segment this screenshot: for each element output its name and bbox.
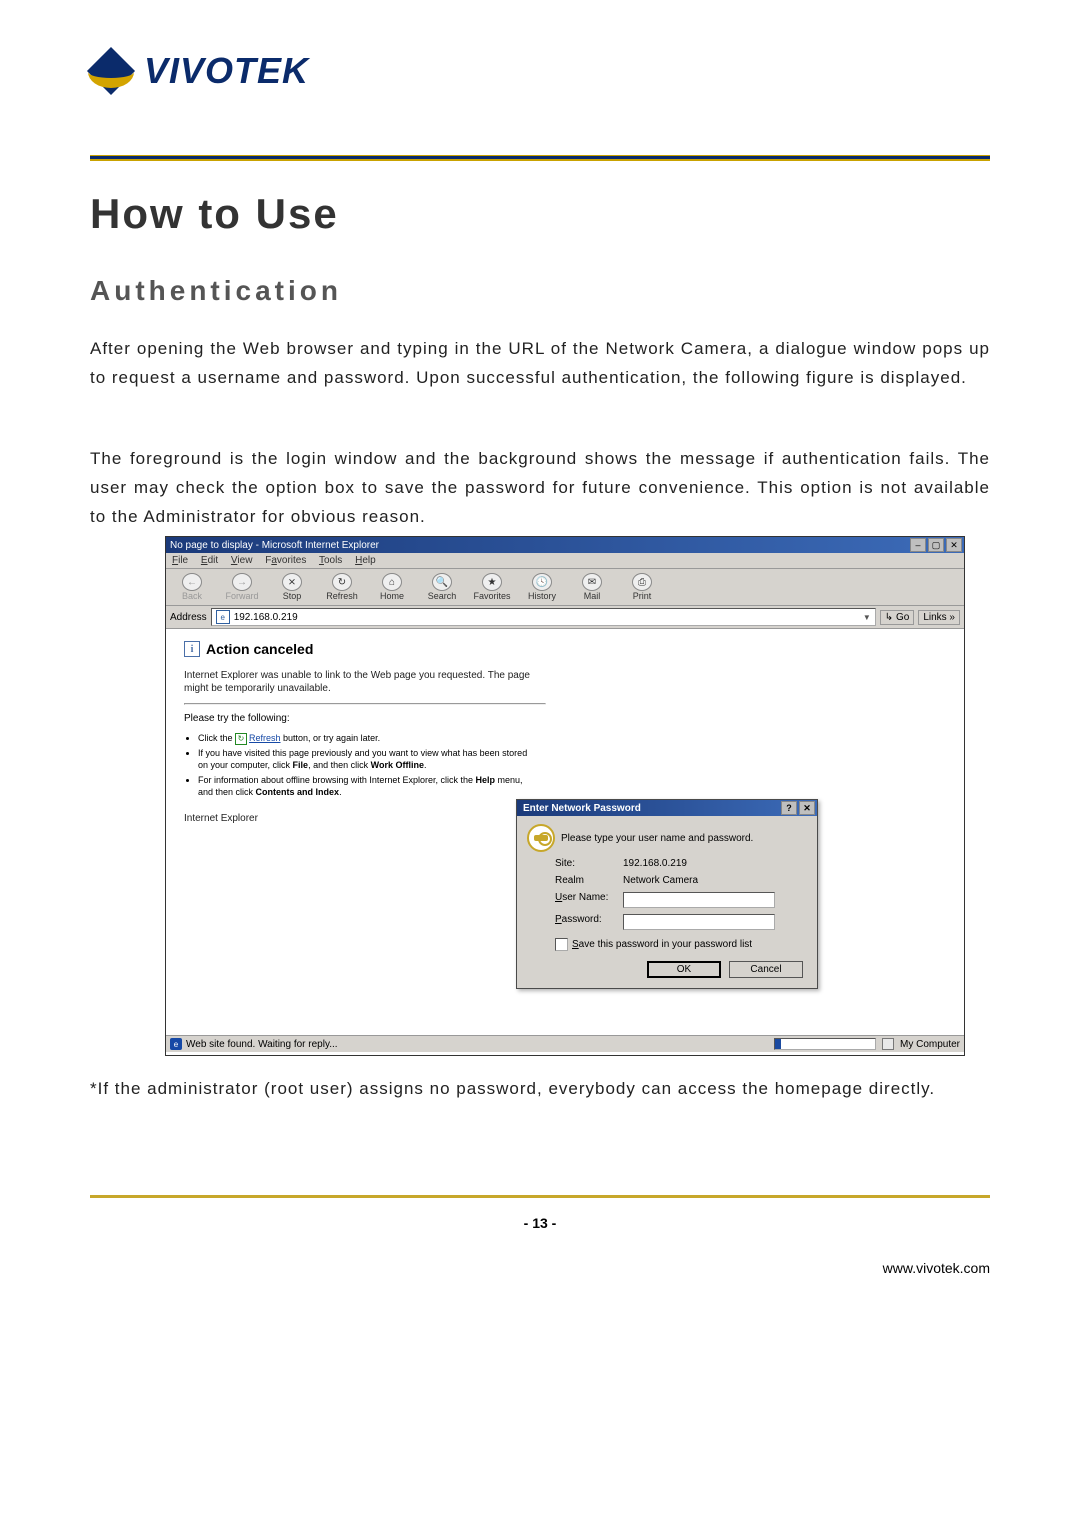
ie-window-title: No page to display - Microsoft Internet …	[170, 540, 379, 551]
menu-tools[interactable]: Tools	[319, 555, 342, 566]
realm-label: Realm	[555, 875, 615, 886]
logo-mark-icon	[90, 50, 138, 92]
refresh-small-icon: ↻	[235, 733, 247, 745]
paragraph-1: After opening the Web browser and typing…	[90, 335, 990, 393]
close-button[interactable]: ✕	[946, 538, 962, 552]
refresh-link[interactable]: Refresh	[249, 733, 281, 743]
ie-urlicon: e	[216, 610, 230, 624]
dialog-help-button[interactable]: ?	[781, 801, 797, 815]
address-input[interactable]: e 192.168.0.219 ▼	[211, 608, 876, 626]
page-number: - 13 -	[0, 1215, 1080, 1231]
back-button[interactable]: ←Back	[172, 573, 212, 601]
paragraph-2: The foreground is the login window and t…	[90, 445, 990, 532]
print-icon: ⎙	[632, 573, 652, 591]
password-label: Password:	[555, 914, 615, 930]
favorites-icon: ★	[482, 573, 502, 591]
search-icon: 🔍	[432, 573, 452, 591]
ie-content: i Action canceled Internet Explorer was …	[166, 629, 964, 1035]
ie-menubar: File Edit View Favorites Tools Help	[166, 553, 964, 569]
zone-icon	[882, 1038, 894, 1050]
minimize-button[interactable]: –	[910, 538, 926, 552]
links-button[interactable]: Links »	[918, 610, 960, 625]
history-button[interactable]: 🕓History	[522, 573, 562, 601]
menu-help[interactable]: Help	[355, 555, 376, 566]
error-cannot-text: Internet Explorer was unable to link to …	[184, 669, 544, 695]
home-icon: ⌂	[382, 573, 402, 591]
maximize-button[interactable]: ▢	[928, 538, 944, 552]
dialog-title: Enter Network Password	[523, 803, 641, 814]
menu-view[interactable]: View	[231, 555, 253, 566]
stop-button[interactable]: ⨯Stop	[272, 573, 312, 601]
home-button[interactable]: ⌂Home	[372, 573, 412, 601]
username-input[interactable]	[623, 892, 775, 908]
section-heading: Authentication	[90, 275, 990, 307]
stop-icon: ⨯	[282, 573, 302, 591]
history-icon: 🕓	[532, 573, 552, 591]
progress-bar	[774, 1038, 876, 1050]
ok-button[interactable]: OK	[647, 961, 721, 978]
cancel-button[interactable]: Cancel	[729, 961, 803, 978]
logo-text: VIVOTEK	[144, 50, 309, 92]
address-value: 192.168.0.219	[234, 612, 298, 623]
mail-icon: ✉	[582, 573, 602, 591]
page-title: How to Use	[90, 190, 990, 238]
ie-window: No page to display - Microsoft Internet …	[165, 536, 965, 1056]
address-label: Address	[170, 612, 207, 623]
error-title: Action canceled	[206, 641, 313, 657]
site-label: Site:	[555, 858, 615, 869]
zone-text: My Computer	[900, 1039, 960, 1050]
site-value: 192.168.0.219	[623, 858, 807, 869]
error-try-heading: Please try the following:	[184, 713, 946, 724]
dialog-titlebar: Enter Network Password ? ✕	[517, 800, 817, 816]
menu-edit[interactable]: Edit	[201, 555, 218, 566]
back-icon: ←	[182, 573, 202, 591]
password-dialog: Enter Network Password ? ✕ Please type y…	[516, 799, 818, 989]
realm-value: Network Camera	[623, 875, 807, 886]
footer-rule	[90, 1195, 990, 1198]
forward-button[interactable]: →Forward	[222, 573, 262, 601]
password-input[interactable]	[623, 914, 775, 930]
menu-favorites[interactable]: Favorites	[265, 555, 306, 566]
ie-titlebar: No page to display - Microsoft Internet …	[166, 537, 964, 553]
username-label: User Name:	[555, 892, 615, 908]
refresh-button[interactable]: ↻Refresh	[322, 573, 362, 601]
info-icon: i	[184, 641, 200, 657]
header-rule-inner	[90, 156, 990, 159]
save-password-label: Save this password in your password list	[572, 939, 752, 950]
dialog-prompt: Please type your user name and password.	[561, 833, 753, 844]
error-suggestions: Click the ↻Refresh button, or try again …	[198, 732, 538, 799]
ie-toolbar: ←Back →Forward ⨯Stop ↻Refresh ⌂Home 🔍Sea…	[166, 569, 964, 606]
ie-statusbar: e Web site found. Waiting for reply... M…	[166, 1035, 964, 1052]
search-button[interactable]: 🔍Search	[422, 573, 462, 601]
forward-icon: →	[232, 573, 252, 591]
error-suggestion-2: If you have visited this page previously…	[198, 747, 538, 772]
dialog-close-button[interactable]: ✕	[799, 801, 815, 815]
ie-status-icon: e	[170, 1038, 182, 1050]
ie-addressbar: Address e 192.168.0.219 ▼ ↳ Go Links »	[166, 606, 964, 629]
brand-logo: VIVOTEK	[90, 50, 309, 92]
save-password-checkbox[interactable]	[555, 938, 568, 951]
mail-button[interactable]: ✉Mail	[572, 573, 612, 601]
error-divider	[184, 703, 546, 705]
refresh-icon: ↻	[332, 573, 352, 591]
error-suggestion-3: For information about offline browsing w…	[198, 774, 538, 799]
go-button[interactable]: ↳ Go	[880, 610, 915, 625]
footnote: *If the administrator (root user) assign…	[90, 1075, 990, 1104]
error-suggestion-1: Click the ↻Refresh button, or try again …	[198, 732, 538, 745]
favorites-button[interactable]: ★Favorites	[472, 573, 512, 601]
status-text: Web site found. Waiting for reply...	[186, 1039, 338, 1050]
key-icon	[527, 824, 555, 852]
print-button[interactable]: ⎙Print	[622, 573, 662, 601]
menu-file[interactable]: File	[172, 555, 188, 566]
footer-url: www.vivotek.com	[883, 1260, 990, 1276]
